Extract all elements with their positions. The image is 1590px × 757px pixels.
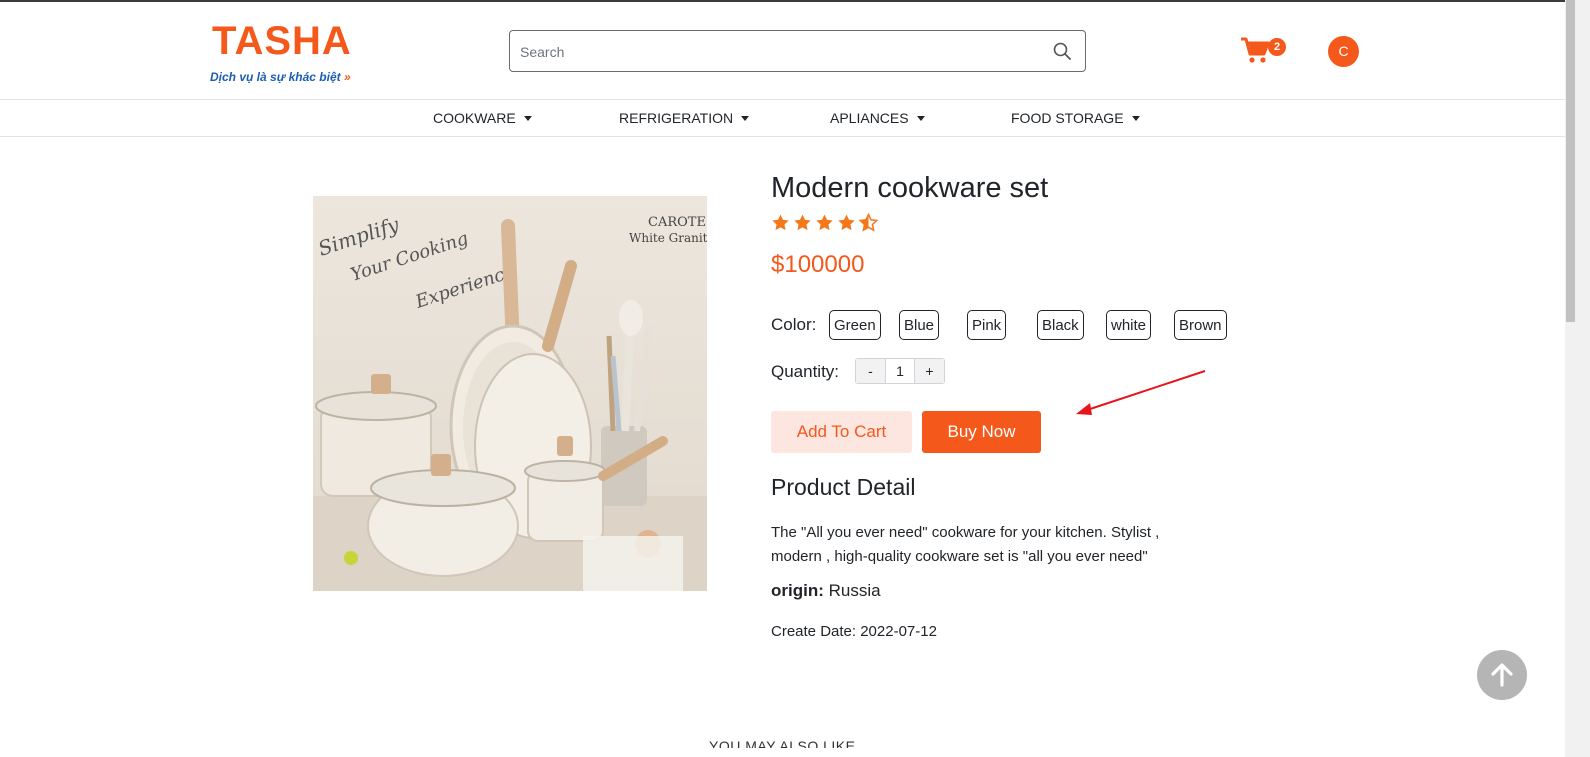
nav-item-label: FOOD STORAGE: [1011, 110, 1124, 126]
nav-item-refrigeration[interactable]: REFRIGERATION: [619, 110, 750, 126]
product-origin: origin: Russia: [771, 581, 881, 601]
product-price: $100000: [771, 251, 865, 278]
you-may-also-like-heading: YOU MAY ALSO LIKE: [709, 738, 856, 748]
star-icon: [816, 214, 833, 231]
annotation-arrow: [1076, 370, 1206, 415]
nav-item-cookware[interactable]: COOKWARE: [433, 110, 532, 126]
cart-count-badge: 2: [1268, 38, 1286, 56]
scrollbar-thumb[interactable]: [1566, 0, 1575, 322]
quantity-label: Quantity:: [771, 362, 840, 381]
quantity-stepper: - +: [855, 358, 945, 384]
color-option-green[interactable]: Green: [829, 310, 881, 340]
logo[interactable]: TASHA Dịch vụ là sự khác biệt »: [210, 12, 370, 92]
create-date-label: Create Date:: [771, 623, 857, 640]
star-half-icon: [859, 213, 878, 232]
page: TASHA Dịch vụ là sự khác biệt » 2 C COO: [0, 0, 1590, 757]
svg-text:White Granite: White Granite: [629, 231, 707, 245]
buy-now-button[interactable]: Buy Now: [922, 411, 1041, 453]
caret-down-icon: [523, 115, 532, 121]
product-detail-heading: Product Detail: [771, 474, 916, 500]
color-option-white[interactable]: white: [1106, 310, 1152, 340]
create-date-value: 2022-07-12: [860, 623, 937, 640]
color-option-blue[interactable]: Blue: [899, 310, 940, 340]
rating-stars: [771, 213, 878, 232]
main-nav: COOKWARE REFRIGERATION APLIANCES FOOD ST…: [0, 100, 1565, 137]
product-title: Modern cookware set: [771, 172, 1049, 204]
color-option-pink[interactable]: Pink: [967, 310, 1007, 340]
product-image: Simplify Your Cooking Experience CAROTE …: [313, 196, 715, 591]
cart-button[interactable]: 2: [1240, 36, 1288, 68]
caret-down-icon: [741, 115, 750, 121]
header: TASHA Dịch vụ là sự khác biệt » 2 C: [0, 2, 1565, 100]
cart-icon: [1241, 37, 1270, 63]
page-scrollbar[interactable]: [1565, 0, 1590, 757]
nav-item-label: APLIANCES: [830, 110, 909, 126]
search-icon[interactable]: [1053, 42, 1071, 60]
star-icon: [838, 214, 855, 231]
arrow-up-icon: [1491, 663, 1513, 687]
user-avatar[interactable]: C: [1328, 36, 1359, 67]
scroll-to-top-button[interactable]: [1477, 650, 1527, 700]
color-option-brown[interactable]: Brown: [1174, 310, 1227, 340]
logo-tagline: Dịch vụ là sự khác biệt »: [210, 70, 351, 84]
product-create-date: Create Date: 2022-07-12: [771, 623, 937, 640]
origin-value: Russia: [828, 581, 881, 600]
add-to-cart-button[interactable]: Add To Cart: [771, 411, 912, 453]
color-option-black[interactable]: Black: [1037, 310, 1084, 340]
quantity-input[interactable]: [885, 359, 915, 383]
nav-item-apliances[interactable]: APLIANCES: [830, 110, 925, 126]
nav-item-food-storage[interactable]: FOOD STORAGE: [1011, 110, 1140, 126]
quantity-decrease-button[interactable]: -: [856, 359, 885, 383]
nav-item-label: COOKWARE: [433, 110, 516, 126]
star-icon: [794, 214, 811, 231]
svg-text:CAROTE: CAROTE: [648, 215, 706, 230]
svg-text:TASHA: TASHA: [212, 19, 352, 63]
search-input[interactable]: [520, 41, 1040, 63]
logo-mark: TASHA: [212, 19, 352, 63]
caret-down-icon: [1131, 115, 1140, 121]
product-description: The "All you ever need" cookware for you…: [771, 524, 1160, 565]
quantity-increase-button[interactable]: +: [915, 359, 944, 383]
origin-label: origin:: [771, 581, 824, 600]
search-box: [509, 30, 1086, 72]
star-icon: [772, 214, 789, 231]
caret-down-icon: [916, 115, 925, 121]
nav-item-label: REFRIGERATION: [619, 110, 734, 126]
color-label: Color:: [771, 315, 817, 334]
